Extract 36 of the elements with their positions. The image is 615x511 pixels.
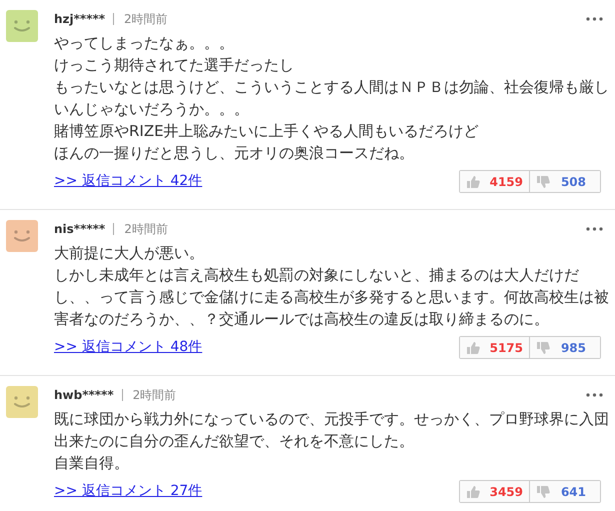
dislike-button[interactable]: 641 — [530, 481, 600, 502]
post-time: 2時間前 — [113, 223, 168, 235]
comment-text: もったいなとは思うけど、こういうことする人間はＮＰＢは勿論、社会復帰も厳しいんじゃないだろうか。。。 — [54, 77, 609, 120]
more-icon[interactable] — [586, 17, 603, 21]
comment-text: やってしまったなぁ。。。 — [54, 33, 235, 54]
comment-text: 既に球団から戦力外になっているので、元投手です。せっかく、プロ野球界に入団出来たのに自分の歪んだ欲望で、それを不意にした。 — [54, 409, 609, 452]
username: hzj***** — [54, 11, 106, 28]
dislike-button[interactable]: 508 — [530, 171, 600, 192]
post-time: 2時間前 — [113, 13, 168, 25]
smiley-icon — [12, 19, 32, 33]
thumbs-down-icon — [536, 340, 550, 354]
replies-link[interactable]: >> 返信コメント 27件 — [54, 481, 202, 502]
more-icon[interactable] — [586, 227, 603, 231]
like-button[interactable]: 4159 — [460, 171, 530, 192]
thumbs-down-icon — [536, 484, 550, 498]
comment-text: 自業自得。 — [54, 453, 130, 474]
replies-link[interactable]: >> 返信コメント 48件 — [54, 337, 202, 358]
more-icon[interactable] — [586, 393, 603, 397]
thumbs-up-icon — [466, 174, 480, 188]
replies-link[interactable]: >> 返信コメント 42件 — [54, 171, 202, 192]
smiley-icon — [12, 229, 32, 243]
like-button[interactable]: 5175 — [460, 337, 530, 358]
comment-text: ほんの一握りだと思うし、元オリの奥浪コースだね。 — [54, 143, 415, 164]
post-time: 2時間前 — [122, 389, 176, 401]
like-button[interactable]: 3459 — [460, 481, 530, 502]
comment-text: 賭博笠原やRIZE井上聡みたいに上手くやる人間もいるだろけど — [54, 121, 480, 142]
dislike-button[interactable]: 985 — [530, 337, 600, 358]
comment-text: しかし未成年とは言え高校生も処罰の対象にしないと、捕まるのは大人だけだし、、って言う感じで金儲けに走る高校生が多発すると思います。何故高校生は被害者なのだろうか、、？交通ルールでは高校生の違反は取り締まるのに。 — [54, 265, 609, 330]
comment-text: 大前提に大人が悪い。 — [54, 243, 205, 264]
thumbs-up-icon — [466, 340, 480, 354]
smiley-icon — [12, 395, 32, 409]
username: nis***** — [54, 221, 106, 238]
username: hwb***** — [54, 387, 114, 404]
thumbs-up-icon — [466, 484, 480, 498]
thumbs-down-icon — [536, 174, 550, 188]
comment-text: けっこう期待されてた選手だったし — [54, 55, 295, 76]
